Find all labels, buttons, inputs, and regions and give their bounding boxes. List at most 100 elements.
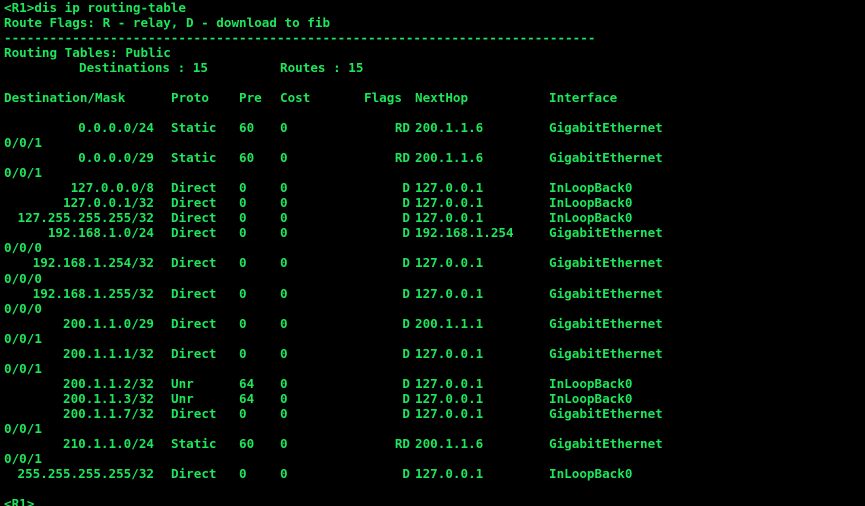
route-nexthop: 127.0.0.1 (415, 255, 484, 270)
route-interface-continuation: 0/0/1 (4, 165, 42, 180)
route-flags: RD (394, 436, 410, 451)
route-interface: GigabitEthernet (549, 150, 663, 165)
route-destination: 127.255.255.255/32 (17, 210, 154, 225)
route-preference: 0 (239, 255, 247, 270)
route-proto: Direct (171, 180, 217, 195)
route-flags-legend: Route Flags: R - relay, D - download to … (4, 15, 331, 30)
route-flags: D (402, 316, 410, 331)
route-proto: Direct (171, 466, 217, 481)
header-destination: Destination/Mask (4, 90, 126, 105)
route-interface: InLoopBack0 (549, 180, 633, 195)
route-flags: D (402, 225, 410, 240)
separator-line: ----------------------------------------… (4, 30, 596, 45)
route-nexthop: 127.0.0.1 (415, 346, 484, 361)
terminal-window[interactable]: <R1>dis ip routing-table Route Flags: R … (0, 0, 865, 506)
header-cost: Cost (280, 90, 311, 105)
route-interface: GigabitEthernet (549, 346, 663, 361)
routing-table-title: Routing Tables: Public (4, 45, 171, 60)
route-destination: 200.1.1.2/32 (63, 376, 154, 391)
route-preference: 60 (239, 436, 255, 451)
route-destination: 0.0.0.0/29 (78, 150, 154, 165)
route-interface: InLoopBack0 (549, 466, 633, 481)
route-destination: 192.168.1.254/32 (32, 255, 154, 270)
route-proto: Direct (171, 195, 217, 210)
route-interface-continuation: 0/0/0 (4, 301, 42, 316)
route-flags: D (402, 391, 410, 406)
route-proto: Direct (171, 316, 217, 331)
route-interface: InLoopBack0 (549, 210, 633, 225)
route-cost: 0 (280, 346, 288, 361)
route-flags: RD (394, 120, 410, 135)
route-destination: 0.0.0.0/24 (78, 120, 154, 135)
route-interface: GigabitEthernet (549, 255, 663, 270)
route-flags: D (402, 346, 410, 361)
route-nexthop: 200.1.1.6 (415, 120, 484, 135)
header-proto: Proto (171, 90, 209, 105)
route-cost: 0 (280, 180, 288, 195)
route-cost: 0 (280, 150, 288, 165)
route-proto: Unr (171, 391, 194, 406)
cli-prompt[interactable]: <R1> (4, 496, 34, 506)
route-interface: InLoopBack0 (549, 195, 633, 210)
route-destination: 192.168.1.0/24 (47, 225, 154, 240)
route-flags: D (402, 195, 410, 210)
header-nexthop: NextHop (415, 90, 469, 105)
route-interface: InLoopBack0 (549, 391, 633, 406)
route-cost: 0 (280, 255, 288, 270)
route-preference: 64 (239, 391, 255, 406)
header-pre: Pre (239, 90, 262, 105)
route-flags: D (402, 376, 410, 391)
route-proto: Unr (171, 376, 194, 391)
route-preference: 0 (239, 466, 247, 481)
route-interface: GigabitEthernet (549, 406, 663, 421)
route-cost: 0 (280, 391, 288, 406)
route-destination: 127.0.0.1/32 (63, 195, 154, 210)
route-preference: 0 (239, 406, 247, 421)
route-cost: 0 (280, 195, 288, 210)
route-nexthop: 200.1.1.6 (415, 150, 484, 165)
route-interface-continuation: 0/0/0 (4, 271, 42, 286)
route-nexthop: 127.0.0.1 (415, 466, 484, 481)
route-preference: 0 (239, 316, 247, 331)
route-proto: Direct (171, 346, 217, 361)
route-interface: GigabitEthernet (549, 225, 663, 240)
route-interface-continuation: 0/0/0 (4, 240, 42, 255)
route-proto: Direct (171, 225, 217, 240)
route-flags: RD (394, 150, 410, 165)
route-proto: Direct (171, 286, 217, 301)
route-preference: 0 (239, 180, 247, 195)
route-nexthop: 127.0.0.1 (415, 406, 484, 421)
route-preference: 0 (239, 225, 247, 240)
route-proto: Direct (171, 210, 217, 225)
route-nexthop: 200.1.1.6 (415, 436, 484, 451)
route-destination: 210.1.1.0/24 (63, 436, 154, 451)
routes-count: Routes : 15 (280, 60, 364, 75)
route-interface: GigabitEthernet (549, 120, 663, 135)
route-preference: 60 (239, 120, 255, 135)
route-cost: 0 (280, 466, 288, 481)
command-line: <R1>dis ip routing-table (4, 0, 186, 15)
route-interface-continuation: 0/0/1 (4, 451, 42, 466)
route-proto: Static (171, 436, 217, 451)
route-flags: D (402, 406, 410, 421)
route-interface: InLoopBack0 (549, 376, 633, 391)
route-nexthop: 127.0.0.1 (415, 195, 484, 210)
route-cost: 0 (280, 120, 288, 135)
route-destination: 200.1.1.7/32 (63, 406, 154, 421)
route-interface-continuation: 0/0/1 (4, 331, 42, 346)
route-cost: 0 (280, 210, 288, 225)
table-summary: Destinations : 15 Routes : 15 (4, 60, 363, 75)
route-nexthop: 127.0.0.1 (415, 376, 484, 391)
route-proto: Direct (171, 255, 217, 270)
route-destination: 127.0.0.0/8 (70, 180, 154, 195)
route-cost: 0 (280, 436, 288, 451)
route-nexthop: 127.0.0.1 (415, 286, 484, 301)
route-interface-continuation: 0/0/1 (4, 135, 42, 150)
route-proto: Static (171, 120, 217, 135)
route-flags: D (402, 180, 410, 195)
route-proto: Static (171, 150, 217, 165)
route-proto: Direct (171, 406, 217, 421)
header-interface: Interface (549, 90, 618, 105)
route-destination: 200.1.1.3/32 (63, 391, 154, 406)
route-cost: 0 (280, 376, 288, 391)
